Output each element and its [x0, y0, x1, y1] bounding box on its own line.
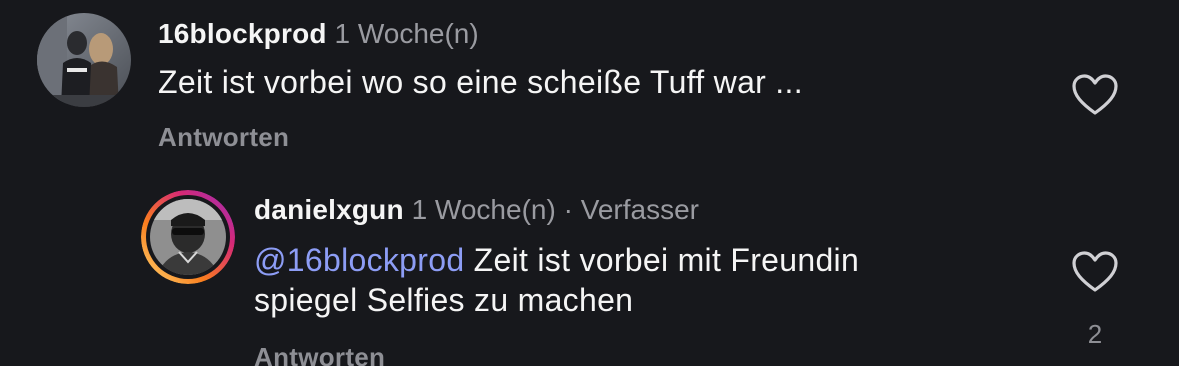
username[interactable]: danielxgun — [254, 194, 404, 225]
comment-item: 16blockprod 1 Woche(n) Zeit ist vorbei w… — [0, 0, 1179, 170]
comment-meta: 16blockprod 1 Woche(n) — [158, 17, 479, 51]
reply-button[interactable]: Antworten — [254, 342, 385, 366]
comment-text: Zeit ist vorbei wo so eine scheiße Tuff … — [158, 62, 803, 102]
like-count: 2 — [1087, 319, 1103, 349]
reply-button[interactable]: Antworten — [158, 122, 289, 153]
heart-outline-icon[interactable] — [1071, 250, 1119, 294]
avatar[interactable] — [37, 13, 131, 107]
reply-text: @16blockprod Zeit ist vorbei mit Freundi… — [254, 240, 859, 320]
username[interactable]: 16blockprod — [158, 18, 327, 49]
comment-text-content: Zeit ist vorbei wo so eine scheiße Tuff … — [158, 64, 803, 100]
reply-item: danielxgun 1 Woche(n) · Verfasser @16blo… — [0, 180, 1179, 366]
avatar-photo — [141, 190, 235, 284]
comment-thread: 16blockprod 1 Woche(n) Zeit ist vorbei w… — [0, 0, 1179, 366]
separator-dot: · — [563, 194, 573, 225]
reply-text-line-2: spiegel Selfies zu machen — [254, 282, 634, 318]
author-badge: Verfasser — [580, 194, 699, 225]
reply-text-line-1: @16blockprod Zeit ist vorbei mit Freundi… — [254, 240, 859, 280]
avatar-photo — [37, 13, 131, 107]
mention-link[interactable]: @16blockprod — [254, 242, 464, 278]
heart-outline-icon[interactable] — [1071, 73, 1119, 117]
reply-meta: danielxgun 1 Woche(n) · Verfasser — [254, 193, 699, 227]
timestamp: 1 Woche(n) — [334, 18, 479, 49]
reply-text-content-1: Zeit ist vorbei mit Freundin — [464, 242, 860, 278]
avatar-story-ring[interactable] — [141, 190, 235, 284]
timestamp: 1 Woche(n) — [411, 194, 556, 225]
